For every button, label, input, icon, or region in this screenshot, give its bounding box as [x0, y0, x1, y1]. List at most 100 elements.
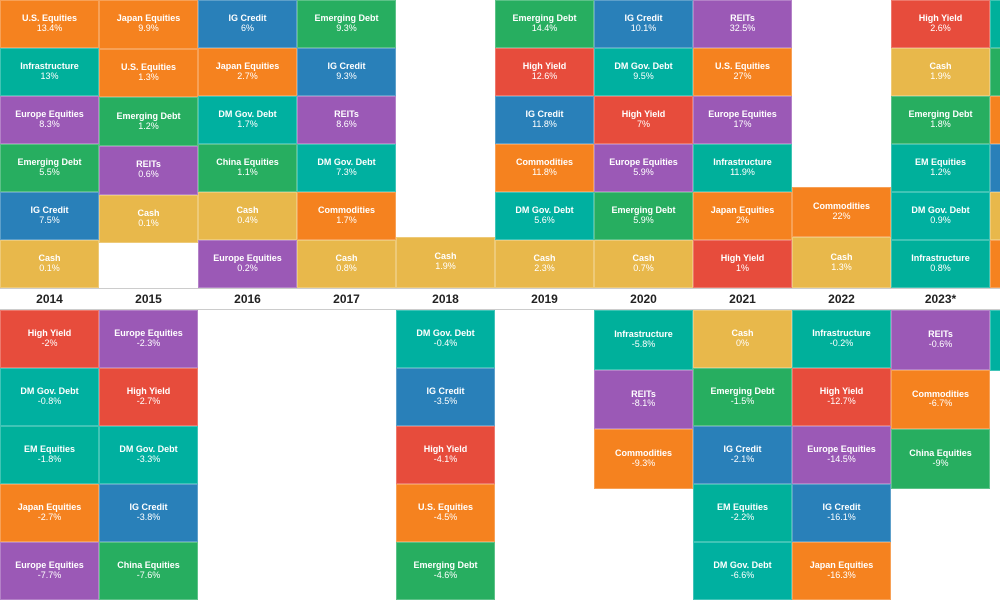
asset-cell: Infrastructure13%	[0, 48, 99, 96]
asset-cell: Japan Equities-16.3%	[792, 542, 891, 600]
empty-cell	[891, 544, 990, 600]
asset-value: 5.6%	[534, 216, 555, 226]
asset-value: -0.2%	[830, 339, 854, 349]
empty-cell	[990, 486, 1000, 543]
asset-cell: High Yield12.6%	[495, 48, 594, 96]
grid-column-bottom: Europe Equities-2.3%High Yield-2.7%DM Go…	[99, 310, 198, 600]
asset-cell: U.S. Equities13.4%	[0, 0, 99, 48]
asset-value: -3.8%	[137, 513, 161, 523]
asset-value: -0.6%	[929, 340, 953, 350]
empty-cell	[396, 47, 495, 94]
asset-cell: U.S. Equities-4.5%	[396, 484, 495, 542]
empty-cell	[198, 484, 297, 542]
asset-value: -4.5%	[434, 513, 458, 523]
grid-column-bottom: Infrastructure-5.8%REITs-8.1%Commodities…	[594, 310, 693, 600]
asset-cell: Cash0.7%	[594, 240, 693, 288]
empty-cell	[990, 428, 1000, 485]
asset-value: -6.7%	[929, 399, 953, 409]
empty-cell	[198, 368, 297, 426]
empty-cell	[792, 0, 891, 47]
asset-cell: U.S. Equities1.3%	[99, 49, 198, 98]
asset-cell: Emerging Debt1.8%	[891, 96, 990, 144]
year-label: 2020	[594, 292, 693, 306]
asset-cell: Infrastructure11.9%	[693, 144, 792, 192]
asset-cell: DM Gov. Debt5.6%	[495, 192, 594, 240]
asset-value: 11.8%	[532, 120, 557, 130]
asset-cell: DM Gov.-0.%	[990, 310, 1000, 371]
asset-value: -7.6%	[137, 571, 161, 581]
asset-cell: DM Gov. Debt9.5%	[594, 48, 693, 96]
asset-cell: Europe Equities-2.3%	[99, 310, 198, 368]
empty-cell	[792, 93, 891, 140]
asset-cell: High Yield-2%	[0, 310, 99, 368]
asset-cell: High Yield-2.7%	[99, 368, 198, 426]
grid-column: Emerging Debt9.3%IG Credit9.3%REITs8.6%D…	[297, 0, 396, 288]
empty-cell	[594, 544, 693, 600]
asset-value: 7%	[637, 120, 650, 130]
asset-cell: Commodities1.7%	[297, 192, 396, 240]
asset-value: -2.3%	[137, 339, 161, 349]
asset-cell: DM Gov. Debt-0.8%	[0, 368, 99, 426]
asset-cell: Emerging Debt-4.6%	[396, 542, 495, 600]
asset-value: -4.6%	[434, 571, 458, 581]
asset-value: 1.2%	[930, 168, 951, 178]
asset-value: 0.6%	[138, 170, 159, 180]
asset-cell: Infrastructure-5.8%	[594, 310, 693, 370]
grid-column: Cash1.9%	[396, 0, 495, 288]
asset-value: -5.8%	[632, 340, 656, 350]
asset-cell: High Yield-12.7%	[792, 368, 891, 426]
asset-cell: EM Equities2.6%	[990, 0, 1000, 48]
grid-column: High Yield2.6%Cash1.9%Emerging Debt1.8%E…	[891, 0, 990, 288]
asset-value: 9.9%	[138, 24, 159, 34]
asset-value: 22%	[832, 212, 850, 222]
empty-cell	[495, 310, 594, 368]
asset-value: 1.8%	[930, 120, 951, 130]
empty-cell	[297, 542, 396, 600]
asset-cell: Cash0.1%	[99, 195, 198, 244]
asset-cell: Japan Equities9.9%	[99, 0, 198, 49]
grid-column-bottom	[198, 310, 297, 600]
asset-value: 12.6%	[532, 72, 558, 82]
asset-cell: Commodities-6.7%	[891, 370, 990, 430]
empty-cell	[297, 310, 396, 368]
asset-value: 5.9%	[633, 216, 654, 226]
asset-cell: Emerging1.%	[990, 96, 1000, 144]
asset-value: 1.7%	[336, 216, 357, 226]
asset-value: 8.6%	[336, 120, 357, 130]
asset-cell: China Equities2.%	[990, 48, 1000, 96]
asset-cell: IG Credit6%	[198, 0, 297, 48]
asset-value: -9%	[932, 459, 948, 469]
asset-value: -2.7%	[137, 397, 161, 407]
year-label: 2015	[99, 292, 198, 306]
asset-value: -12.7%	[827, 397, 856, 407]
asset-value: 1.3%	[138, 73, 159, 83]
asset-cell: Cash0%	[990, 192, 1000, 240]
grid-column: IG Credit10.1%DM Gov. Debt9.5%High Yield…	[594, 0, 693, 288]
asset-cell: Japan Equities2.7%	[198, 48, 297, 96]
grid-column-bottom	[297, 310, 396, 600]
empty-cell	[198, 542, 297, 600]
empty-cell	[396, 95, 495, 142]
year-label: 2019	[495, 292, 594, 306]
year-label: 2018	[396, 292, 495, 306]
asset-cell: DM Gov. Debt-0.4%	[396, 310, 495, 368]
asset-value: -7.7%	[38, 571, 62, 581]
grid-column: REITs32.5%U.S. Equities27%Europe Equitie…	[693, 0, 792, 288]
asset-cell: Europe Equities0.2%	[198, 240, 297, 288]
asset-value: 0%	[736, 339, 749, 349]
asset-value: 0.7%	[633, 264, 654, 274]
asset-value: 0.2%	[237, 264, 258, 274]
asset-value: 10.1%	[631, 24, 657, 34]
asset-value: 2.7%	[237, 72, 258, 82]
asset-cell: Cash1.9%	[891, 48, 990, 96]
year-label: 2023*	[891, 292, 990, 306]
asset-cell: Emerging Debt-1.5%	[693, 368, 792, 426]
asset-value: 0.1%	[39, 264, 60, 274]
asset-cell: DM Gov. Debt0.9%	[891, 192, 990, 240]
asset-value: 2.6%	[930, 24, 951, 34]
asset-value: 0.4%	[237, 216, 258, 226]
year-label: 2014	[0, 292, 99, 306]
empty-cell	[792, 47, 891, 94]
asset-value: -1.8%	[38, 455, 62, 465]
grid-column: EM Equities2.6%China Equities2.%Emerging…	[990, 0, 1000, 288]
